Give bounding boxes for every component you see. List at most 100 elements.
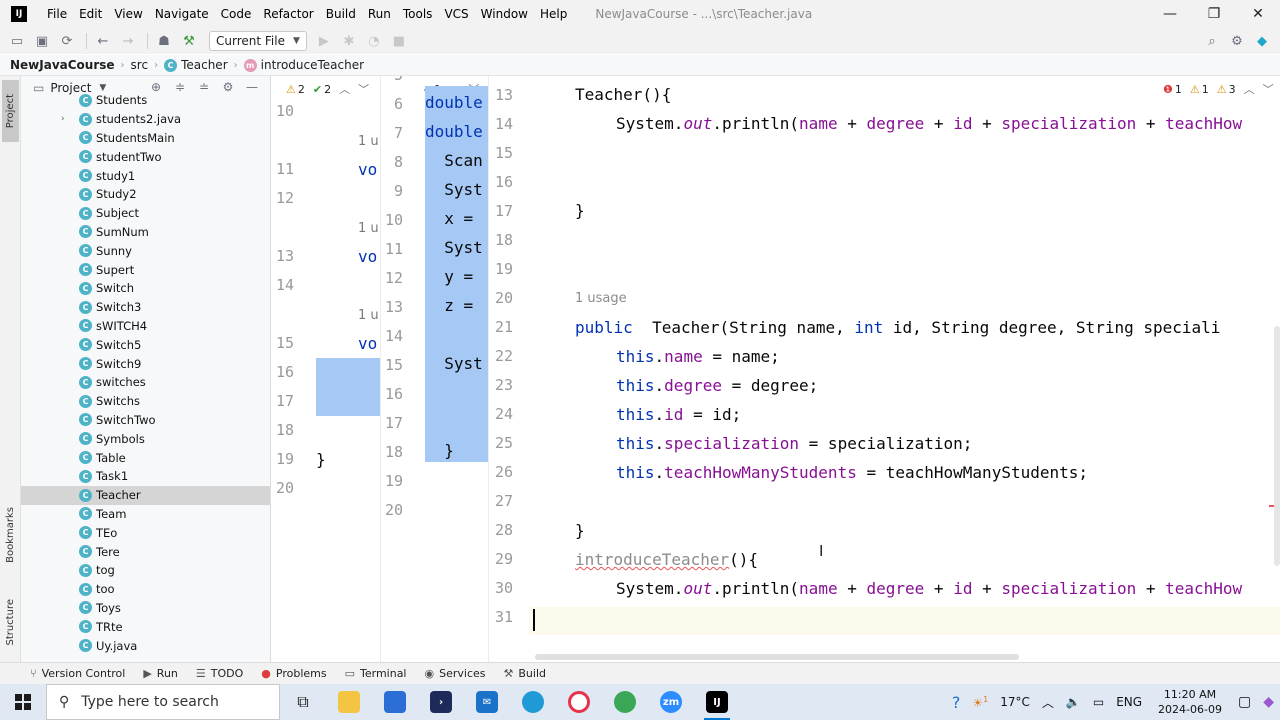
tree-item[interactable]: C Symbols xyxy=(21,429,270,448)
edge-button[interactable] xyxy=(510,684,556,720)
help-icon[interactable]: ? xyxy=(952,693,961,712)
powershell-button[interactable]: › xyxy=(418,684,464,720)
menu-view[interactable]: View xyxy=(108,0,148,28)
tree-item[interactable]: C Teacher xyxy=(21,485,270,505)
forward-arrow-icon[interactable]: → xyxy=(117,30,139,52)
clock[interactable]: 11:20 AM 2024-06-09 xyxy=(1158,687,1222,717)
build-tab[interactable]: ⚒ Build xyxy=(504,667,547,680)
tree-item[interactable]: C Subject xyxy=(21,204,270,223)
bookmarks-tool-button[interactable]: Bookmarks xyxy=(2,500,19,570)
tree-item[interactable]: C Students xyxy=(21,91,270,110)
user-icon[interactable]: ☗ xyxy=(153,30,175,52)
open-folder-icon[interactable]: ▭ xyxy=(6,30,28,52)
breadcrumb-project[interactable]: NewJavaCourse xyxy=(10,58,115,72)
inspection-widget[interactable]: ⚠ 2 ✔ 2 ︿ ﹀ xyxy=(286,81,377,97)
task-view-button[interactable]: ⧉ xyxy=(280,684,326,720)
tree-item[interactable]: C Sunny xyxy=(21,241,270,260)
tree-item[interactable]: C Tere xyxy=(21,542,270,561)
chevron-right-icon[interactable]: › xyxy=(61,114,65,124)
restore-button[interactable]: ❐ xyxy=(1192,0,1236,28)
menu-edit[interactable]: Edit xyxy=(73,0,108,28)
vertical-scrollbar[interactable] xyxy=(1274,326,1280,566)
version-control-tab[interactable]: ⑂ Version Control xyxy=(30,667,125,680)
toolbox-icon[interactable]: ◆ xyxy=(1251,30,1273,52)
start-button[interactable] xyxy=(0,684,46,720)
project-tool-button[interactable]: Project xyxy=(2,80,19,142)
show-hidden-icons-icon[interactable]: ︿ xyxy=(1042,694,1054,711)
tree-item[interactable]: C Toys xyxy=(21,599,270,618)
structure-tool-button[interactable]: Structure xyxy=(2,588,19,656)
breadcrumb-method[interactable]: m introduceTeacher xyxy=(243,58,364,72)
tree-item[interactable]: C TEo xyxy=(21,523,270,542)
tree-item[interactable]: C Switch5 xyxy=(21,335,270,354)
horizontal-scrollbar[interactable] xyxy=(535,654,1019,660)
menu-refactor[interactable]: Refactor xyxy=(257,0,319,28)
tree-item[interactable]: Ctoo xyxy=(21,580,270,599)
tree-item[interactable]: C Table xyxy=(21,448,270,467)
services-tab[interactable]: ◉ Services xyxy=(425,667,486,680)
chevron-down-icon[interactable]: ﹀ xyxy=(1263,81,1274,97)
menu-vcs[interactable]: VCS xyxy=(438,0,474,28)
usage-hint[interactable]: 1 usage xyxy=(575,291,627,306)
editor-split-middle[interactable]: ✔ 1 ︿ ﹀ 567891011121314151617181920doubl… xyxy=(380,76,488,662)
tree-item[interactable]: C SumNum xyxy=(21,223,270,242)
settings-gear-icon[interactable]: ⚙ xyxy=(1226,30,1248,52)
terminal-tab[interactable]: ▭ Terminal xyxy=(345,667,407,680)
copilot-icon[interactable]: ◆ xyxy=(1263,694,1274,710)
language-indicator[interactable]: ENG xyxy=(1116,695,1142,709)
store-button[interactable] xyxy=(372,684,418,720)
tree-item[interactable]: C Supert xyxy=(21,260,270,279)
weather-icon[interactable]: ☀1 xyxy=(972,695,988,710)
file-explorer-button[interactable] xyxy=(326,684,372,720)
breadcrumb-class[interactable]: C Teacher xyxy=(164,58,228,72)
tree-item[interactable]: Ctog xyxy=(21,561,270,580)
notification-icon[interactable]: ▢ xyxy=(1238,694,1251,710)
menu-run[interactable]: Run xyxy=(362,0,397,28)
menu-navigate[interactable]: Navigate xyxy=(149,0,215,28)
tree-item[interactable]: C TRte xyxy=(21,617,270,636)
menu-window[interactable]: Window xyxy=(475,0,534,28)
tree-item[interactable]: C SwitchTwo xyxy=(21,411,270,430)
tree-item[interactable]: CsWITCH4 xyxy=(21,317,270,336)
menu-tools[interactable]: Tools xyxy=(397,0,439,28)
menu-code[interactable]: Code xyxy=(215,0,258,28)
menu-help[interactable]: Help xyxy=(534,0,573,28)
run-icon[interactable]: ▶ xyxy=(313,30,335,52)
run-configuration-dropdown[interactable]: Current File ▼ xyxy=(209,31,307,51)
todo-tab[interactable]: ☰ TODO xyxy=(196,667,243,680)
stop-icon[interactable]: ■ xyxy=(388,30,410,52)
back-arrow-icon[interactable]: ← xyxy=(92,30,114,52)
problems-tab[interactable]: ● Problems xyxy=(261,667,326,680)
tree-item[interactable]: C Switch9 xyxy=(21,354,270,373)
tree-item[interactable]: C Switch xyxy=(21,279,270,298)
chevron-down-icon[interactable]: ﹀ xyxy=(358,81,369,97)
chrome-button[interactable] xyxy=(602,684,648,720)
tree-item[interactable]: C Switchs xyxy=(21,392,270,411)
chevron-up-icon[interactable]: ︿ xyxy=(1244,81,1255,97)
debug-icon[interactable]: ✱ xyxy=(338,30,360,52)
editor-main[interactable]: ❶ 1 ⚠ 1 ⚠ 3 ︿ ﹀ 13 14 15 16 17 18 19 20 21 22 23 24… xyxy=(488,76,1280,662)
tree-item[interactable]: C Switch3 xyxy=(21,298,270,317)
temperature[interactable]: 17°C xyxy=(1000,695,1030,709)
opera-button[interactable] xyxy=(556,684,602,720)
tree-item[interactable]: › Cstudents2.java xyxy=(21,110,270,129)
intellij-taskbar-button[interactable]: IJ xyxy=(694,684,740,720)
tree-item[interactable]: Cstudy1 xyxy=(21,166,270,185)
breadcrumb-src[interactable]: src xyxy=(131,58,149,72)
coverage-icon[interactable]: ◔ xyxy=(363,30,385,52)
menu-file[interactable]: File xyxy=(41,0,73,28)
tree-item[interactable]: C Uy.java xyxy=(21,636,270,655)
speaker-icon[interactable]: 🔈 xyxy=(1066,695,1081,709)
chevron-up-icon[interactable]: ︿ xyxy=(339,81,350,97)
taskbar-search-box[interactable]: ⚲ Type here to search xyxy=(46,684,280,720)
editor-split-left[interactable]: ⚠ 2 ✔ 2 ︿ ﹀ 10 11 12 13 14 15 16 17 18 19 20 1 u v… xyxy=(272,76,380,662)
tree-item[interactable]: C Team xyxy=(21,505,270,524)
minimize-button[interactable]: — xyxy=(1148,0,1192,28)
sync-icon[interactable]: ⟳ xyxy=(56,30,78,52)
tree-item[interactable]: C Study2 xyxy=(21,185,270,204)
zoom-button[interactable]: zm xyxy=(648,684,694,720)
inspection-widget[interactable]: ❶ 1 ⚠ 1 ⚠ 3 ︿ ﹀ xyxy=(1163,81,1280,97)
tree-item[interactable]: C StudentsMain xyxy=(21,129,270,148)
network-icon[interactable]: ▭ xyxy=(1093,695,1104,709)
tree-item[interactable]: C Task1 xyxy=(21,467,270,486)
